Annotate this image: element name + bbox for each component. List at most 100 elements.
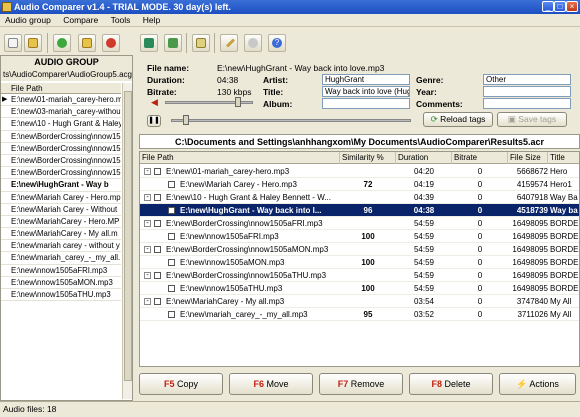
comments-field[interactable] — [483, 98, 571, 109]
table-row[interactable]: - E:\new\MariahCarey - My all.mp3 03:54 0 37… — [140, 295, 579, 308]
row-checkbox[interactable] — [154, 194, 161, 201]
row-checkbox[interactable] — [168, 181, 175, 188]
move-button[interactable]: F6 Move — [229, 373, 313, 395]
pause-button[interactable]: ❚❚ — [147, 115, 161, 127]
group-list-item[interactable]: E:\new\MariahCarey - Hero.MP — [1, 216, 121, 229]
column-title[interactable]: Title — [548, 152, 579, 164]
row-checkbox[interactable] — [168, 285, 175, 292]
table-row[interactable]: - E:\new\BorderCrossing\nnow1505aFRI.mp3 5… — [140, 217, 579, 230]
compare-button[interactable] — [140, 34, 158, 52]
copy-button[interactable]: F5 Copy — [139, 373, 223, 395]
bitrate-value: 130 kbps — [217, 87, 252, 97]
new-group-button[interactable] — [4, 34, 22, 52]
delete-button[interactable]: F8 Delete — [409, 373, 493, 395]
position-slider-knob[interactable] — [182, 115, 189, 125]
row-checkbox[interactable] — [168, 311, 175, 318]
column-file-path[interactable]: File Path — [140, 152, 340, 164]
menu-help[interactable]: Help — [138, 14, 165, 27]
collapse-icon[interactable]: - — [144, 168, 151, 175]
year-field[interactable] — [483, 86, 571, 97]
menu-tools[interactable]: Tools — [106, 14, 136, 27]
minimize-button[interactable]: _ — [542, 1, 554, 12]
table-row[interactable]: - E:\new\01-mariah_carey-hero.mp3 04:20 0 56… — [140, 165, 579, 178]
column-file-size[interactable]: File Size — [508, 152, 548, 164]
table-row[interactable]: - E:\new\10 - Hugh Grant & Haley Bennett … — [140, 191, 579, 204]
group-list-item[interactable]: E:\new\mariah_carey_-_my_all. — [1, 252, 121, 265]
save-tags-label: Save tags — [518, 114, 557, 124]
group-list-item[interactable]: E:\new\03-mariah_carey-withou — [1, 106, 121, 119]
remove-files-button[interactable]: F7 Remove — [319, 373, 403, 395]
group-list-item[interactable]: E:\new\Mariah Carey - Hero.mp — [1, 192, 121, 204]
actions-button[interactable]: ⚡ Actions — [499, 373, 576, 395]
cell-file-path: E:\new\MariahCarey - My all.mp3 — [166, 297, 285, 306]
title-field[interactable]: Way back into love (Hug — [322, 86, 410, 97]
row-checkbox[interactable] — [168, 259, 175, 266]
genre-field[interactable]: Other — [483, 74, 571, 85]
settings-button[interactable] — [244, 34, 262, 52]
group-list-item[interactable]: E:\new\nnow1505aMON.mp3 — [1, 277, 121, 289]
collapse-icon[interactable]: - — [144, 246, 151, 253]
group-list-item[interactable]: E:\new\BorderCrossing\nnow15 — [1, 167, 121, 180]
group-list-item[interactable]: E:\new\Mariah Carey - Without — [1, 204, 121, 216]
album-field[interactable] — [322, 98, 410, 109]
menu-audio-group[interactable]: Audio group — [0, 14, 56, 27]
group-list-item[interactable]: E:\new\HughGrant - Way b — [1, 179, 121, 192]
toolbar-separator — [186, 33, 187, 53]
group-list-item[interactable]: E:\new\BorderCrossing\nnow15 — [1, 155, 121, 168]
menu-compare[interactable]: Compare — [58, 14, 103, 27]
group-list-item[interactable]: E:\new\01-mariah_carey-hero.m — [1, 94, 121, 107]
tags-button[interactable] — [192, 34, 210, 52]
group-scrollbar-thumb[interactable] — [124, 91, 132, 381]
collapse-icon[interactable]: - — [144, 220, 151, 227]
chart-button[interactable] — [164, 34, 182, 52]
row-checkbox[interactable] — [154, 168, 161, 175]
row-checkbox[interactable] — [168, 233, 175, 240]
help-icon: ? — [272, 38, 282, 48]
collapse-icon[interactable]: - — [144, 298, 151, 305]
column-similarity[interactable]: Similarity % — [340, 152, 396, 164]
table-row[interactable]: E:\new\mariah_carey_-_my_all.mp3 95 03:52 0… — [140, 308, 579, 321]
position-slider[interactable] — [171, 119, 411, 122]
table-row[interactable]: E:\new\nnow1505aMON.mp3 100 54:59 0 16498095… — [140, 256, 579, 269]
cell-size: 16498095 — [512, 232, 548, 241]
group-list-item[interactable]: E:\new\nnow1505aTHU.mp3 — [1, 289, 121, 302]
group-list-item[interactable]: E:\new\BorderCrossing\nnow15 — [1, 143, 121, 155]
column-bitrate[interactable]: Bitrate — [452, 152, 508, 164]
collapse-icon[interactable]: - — [144, 272, 151, 279]
group-list-item[interactable]: E:\new\mariah carey - without y — [1, 240, 121, 253]
group-list-item[interactable]: E:\new\BorderCrossing\nnow15 — [1, 131, 121, 143]
maximize-button[interactable]: □ — [554, 1, 566, 12]
row-checkbox[interactable] — [154, 246, 161, 253]
table-row[interactable]: - E:\new\BorderCrossing\nnow1505aTHU.mp3 5… — [140, 269, 579, 282]
row-checkbox[interactable] — [154, 220, 161, 227]
artist-field[interactable]: HughGrant — [322, 74, 410, 85]
table-row[interactable]: - E:\new\BorderCrossing\nnow1505aMON.mp3 5… — [140, 243, 579, 256]
table-row[interactable]: E:\new\nnow1505aTHU.mp3 100 54:59 0 16498095… — [140, 282, 579, 295]
remove-button[interactable] — [102, 34, 120, 52]
table-row[interactable]: E:\new\HughGrant - Way back into l... 96 0… — [140, 204, 579, 217]
save-tags-button[interactable]: ▣ Save tags — [497, 112, 567, 127]
reload-tags-button[interactable]: ⟳ Reload tags — [423, 112, 493, 127]
open-group-button[interactable] — [24, 34, 42, 52]
group-list-item[interactable]: E:\new\MariahCarey - My all.m — [1, 228, 121, 241]
close-button[interactable]: × — [566, 1, 578, 12]
group-column-header[interactable]: File Path — [1, 83, 121, 94]
table-row[interactable]: E:\new\Mariah Carey - Hero.mp3 72 04:19 0 41… — [140, 178, 579, 191]
row-checkbox[interactable] — [154, 272, 161, 279]
row-checkbox[interactable] — [154, 298, 161, 305]
group-scrollbar[interactable] — [122, 83, 132, 399]
column-duration[interactable]: Duration — [396, 152, 452, 164]
table-row[interactable]: E:\new\nnow1505aFRI.mp3 100 54:59 0 16498095… — [140, 230, 579, 243]
cell-file-path: E:\new\nnow1505aMON.mp3 — [180, 258, 285, 267]
row-checkbox[interactable] — [168, 207, 175, 214]
collapse-icon[interactable]: - — [144, 194, 151, 201]
group-list-item[interactable]: E:\new\10 - Hugh Grant & Haley — [1, 118, 121, 131]
wand-button[interactable] — [220, 34, 238, 52]
add-file-button[interactable] — [53, 34, 71, 52]
cell-title: Hero1 — [550, 180, 572, 189]
add-folder-button[interactable] — [78, 34, 96, 52]
volume-slider-knob[interactable] — [234, 97, 241, 107]
help-button[interactable]: ? — [268, 34, 286, 52]
file-name-label: File name: — [147, 63, 190, 73]
group-list-item[interactable]: E:\new\nnow1505aFRI.mp3 — [1, 265, 121, 277]
